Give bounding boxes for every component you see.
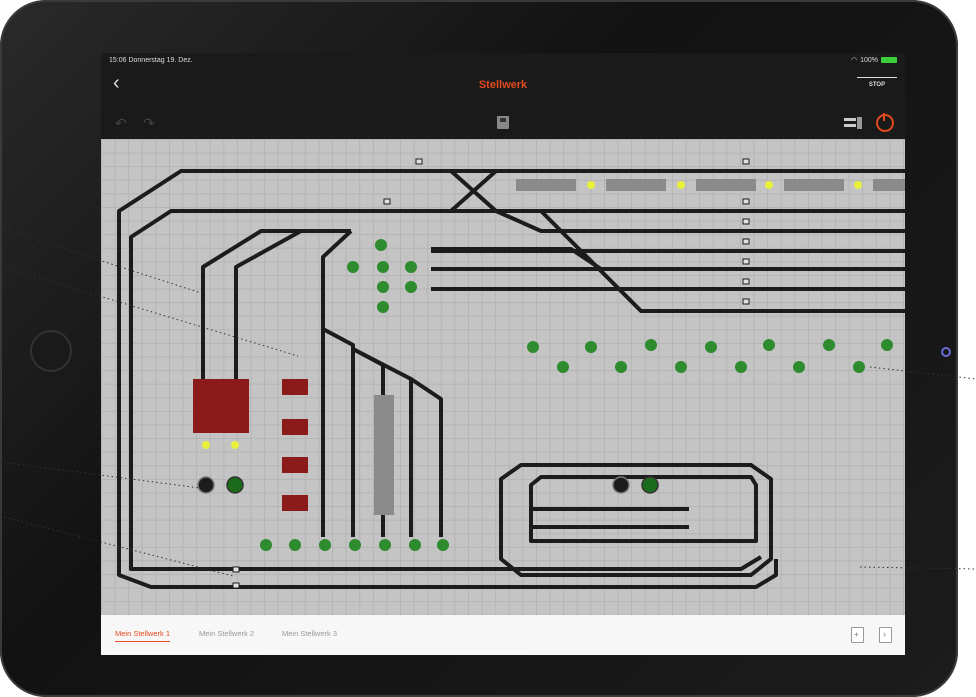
callout-line-4 (0, 515, 234, 577)
callout-line-1 (0, 227, 202, 294)
callout-lines (0, 227, 976, 577)
callout-line-2 (0, 265, 299, 357)
callout-line-6 (859, 566, 976, 570)
callout-line-3 (0, 461, 201, 489)
callout-line-5 (869, 366, 976, 380)
